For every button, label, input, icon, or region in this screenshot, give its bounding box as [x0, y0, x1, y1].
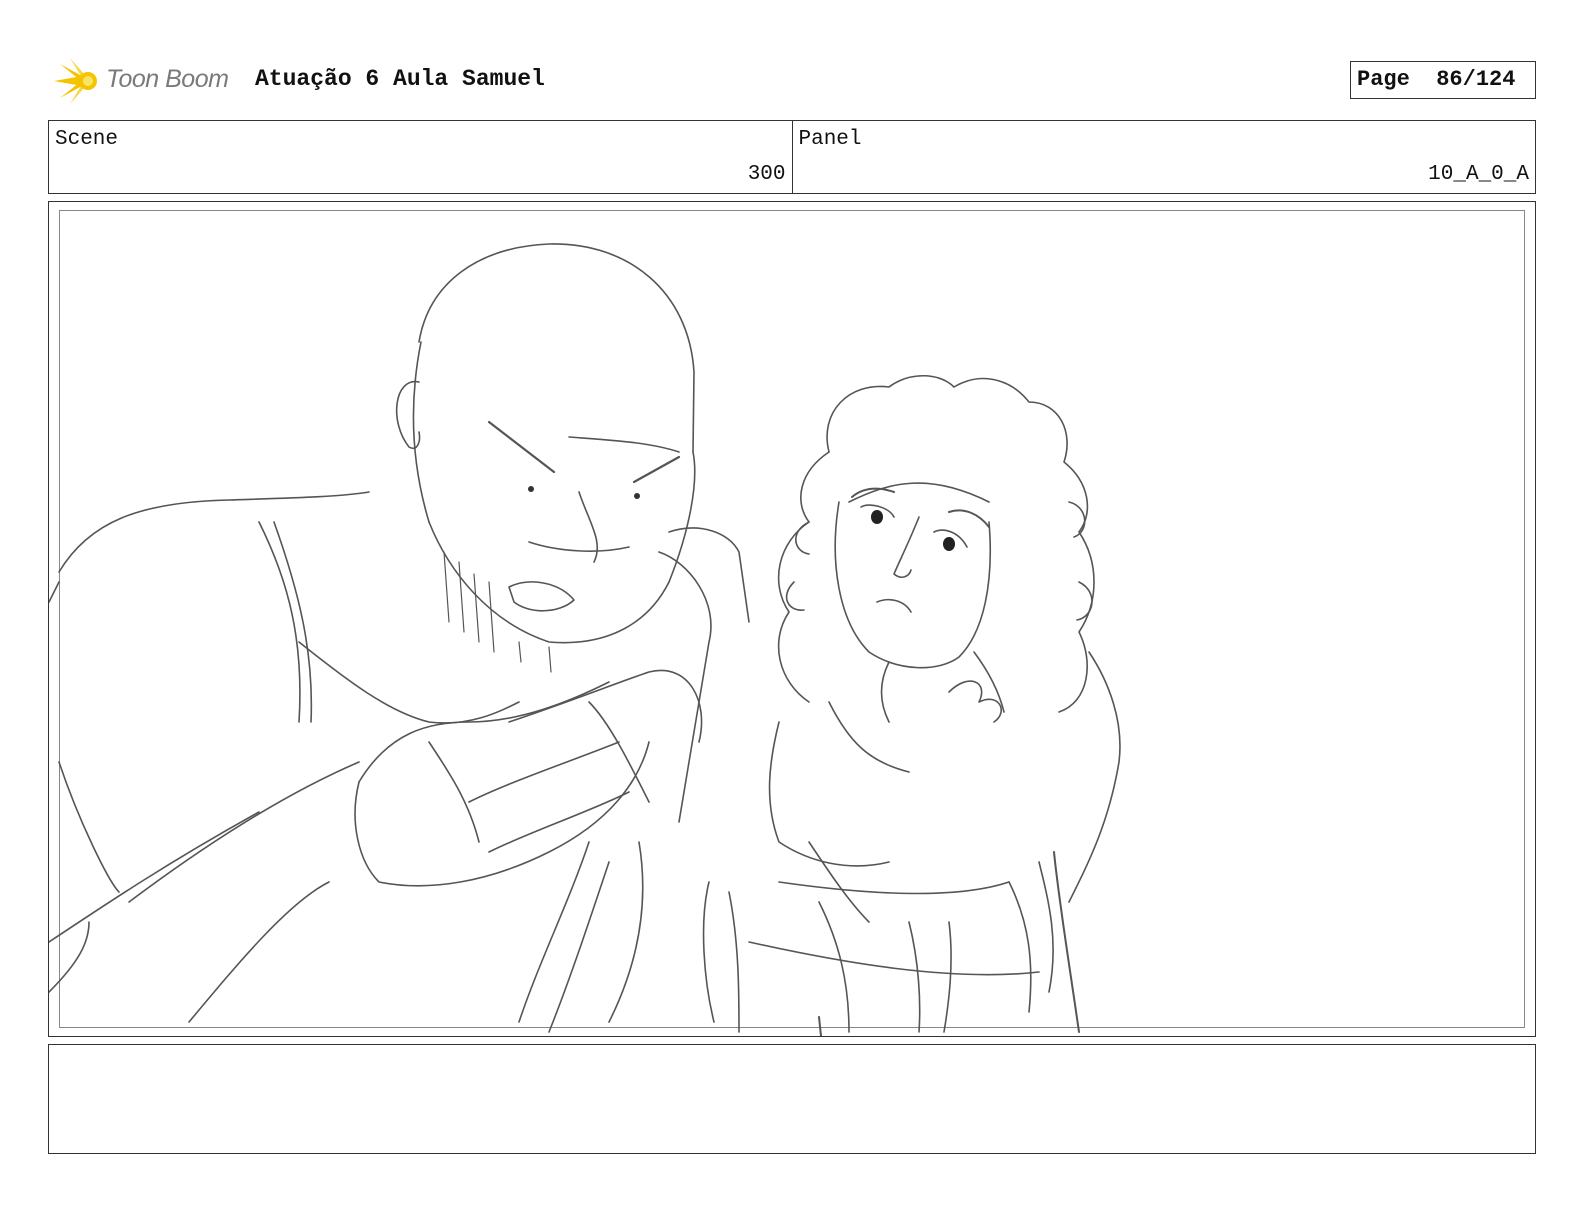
storyboard-sketch — [49, 243, 1121, 1036]
toon-boom-logo: Toon Boom — [52, 56, 242, 106]
scene-cell: Scene 300 — [49, 121, 792, 193]
page-indicator: Page 86/124 — [1350, 61, 1536, 99]
document-title: Atuação 6 Aula Samuel — [255, 66, 545, 92]
panel-label: Panel — [798, 128, 862, 151]
scene-label: Scene — [55, 128, 119, 151]
page-number: 86/124 — [1436, 67, 1516, 92]
storyboard-panel — [48, 201, 1536, 1037]
logo-text: Toon Boom — [106, 65, 229, 93]
panel-cell: Panel 10_A_0_A — [791, 121, 1536, 193]
panel-value: 10_A_0_A — [1428, 163, 1529, 186]
panel-notes — [48, 1044, 1536, 1154]
starburst-icon — [54, 58, 97, 104]
scene-panel-info: Scene 300 Panel 10_A_0_A — [48, 120, 1536, 194]
page-label: Page — [1357, 67, 1410, 92]
scene-value: 300 — [747, 163, 786, 186]
